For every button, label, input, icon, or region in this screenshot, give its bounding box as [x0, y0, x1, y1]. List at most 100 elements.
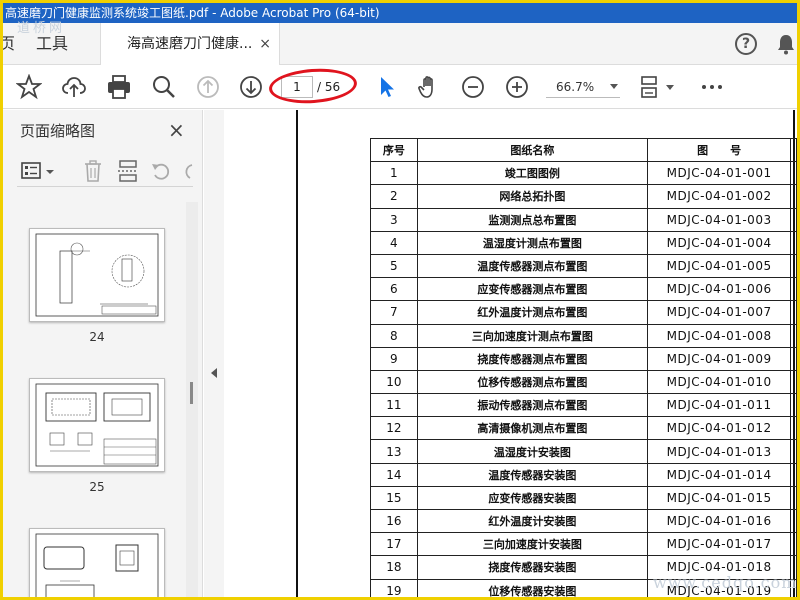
- zoom-out-icon[interactable]: [460, 74, 486, 100]
- collapse-arrow-icon[interactable]: [211, 368, 217, 378]
- row-index: 12: [370, 416, 418, 441]
- document-tab-title: 海高速磨刀门健康...: [127, 36, 253, 52]
- thumbnail-list: 24 25: [3, 202, 203, 597]
- table-row: 10 位移传感器测点布置图 MDJC-04-01-010: [370, 369, 797, 395]
- row-extra: [790, 230, 797, 255]
- print-icon[interactable]: [106, 74, 132, 100]
- zoom-level-dropdown[interactable]: 66.7%: [546, 78, 620, 98]
- row-extra: [790, 277, 797, 302]
- panel-toolbar: [17, 157, 193, 187]
- row-extra: [790, 485, 797, 511]
- hand-tool-icon[interactable]: [416, 74, 442, 100]
- drawing-frame-left: [296, 110, 298, 597]
- row-drawing-name: 应变传感器安装图: [416, 485, 649, 511]
- row-drawing-name: 监测测点总布置图: [416, 207, 649, 232]
- row-index: 16: [370, 508, 418, 534]
- row-index: 18: [370, 555, 418, 580]
- document-view[interactable]: 序号 图纸名称 图 号 1 竣工图图例 MDJC-04-01-001 2 网络总拓扑图 M…: [224, 110, 797, 597]
- window-title: 高速磨刀门健康监测系统竣工图纸.pdf - Adobe Acrobat Pro …: [3, 3, 797, 23]
- row-drawing-number: MDJC-04-01-005: [647, 253, 792, 279]
- row-extra: [790, 369, 797, 395]
- row-drawing-number: MDJC-04-01-010: [647, 369, 792, 395]
- row-drawing-name: 温度传感器测点布置图: [416, 253, 649, 279]
- table-row: 2 网络总拓扑图 MDJC-04-01-002: [370, 184, 797, 209]
- next-page-icon[interactable]: [238, 74, 264, 100]
- table-row: 1 竣工图图例 MDJC-04-01-001: [370, 161, 797, 186]
- previous-page-icon[interactable]: [195, 74, 221, 100]
- row-index: 6: [370, 277, 418, 302]
- page-thumbnail[interactable]: [29, 228, 165, 322]
- trash-icon[interactable]: [83, 159, 103, 183]
- row-index: 4: [370, 230, 418, 255]
- zoom-search-icon[interactable]: [151, 74, 177, 100]
- row-drawing-name: 振动传感器测点布置图: [416, 393, 649, 418]
- row-drawing-name: 高清摄像机测点布置图: [416, 416, 649, 441]
- row-drawing-number: MDJC-04-01-016: [647, 508, 792, 534]
- row-drawing-number: MDJC-04-01-013: [647, 439, 792, 464]
- header-drawing-name: 图纸名称: [416, 137, 649, 163]
- table-row: 5 温度传感器测点布置图 MDJC-04-01-005: [370, 253, 797, 279]
- page-thumbnail[interactable]: [29, 528, 165, 597]
- thumbnail-options-icon[interactable]: [21, 161, 45, 181]
- row-drawing-number: MDJC-04-01-002: [647, 184, 792, 209]
- menu-home[interactable]: 页: [3, 23, 15, 65]
- row-extra: [790, 532, 797, 557]
- chevron-down-icon[interactable]: [662, 74, 688, 100]
- table-body: 1 竣工图图例 MDJC-04-01-001 2 网络总拓扑图 MDJC-04-01-00…: [370, 161, 797, 597]
- table-row: 16 红外温度计安装图 MDJC-04-01-016: [370, 508, 797, 534]
- row-index: 7: [370, 300, 418, 325]
- row-drawing-name: 三向加速度计测点布置图: [416, 323, 649, 348]
- panel-splitter[interactable]: [204, 110, 224, 597]
- help-icon[interactable]: ?: [735, 33, 757, 55]
- menu-bar: 页 工具 海高速磨刀门健康... × ?: [3, 23, 797, 66]
- bell-icon[interactable]: [776, 33, 796, 55]
- row-extra: [790, 416, 797, 441]
- row-index: 14: [370, 462, 418, 487]
- thumbnail-scrollbar-thumb[interactable]: [190, 382, 193, 404]
- row-drawing-name: 三向加速度计安装图: [416, 532, 649, 557]
- chevron-down-icon[interactable]: [45, 169, 55, 175]
- table-header-row: 序号 图纸名称 图 号: [370, 137, 797, 163]
- watermark-bottom: www.cedqo.com: [653, 573, 797, 592]
- document-tab[interactable]: 海高速磨刀门健康... ×: [100, 23, 280, 66]
- row-extra: [790, 184, 797, 209]
- panel-title: 页面缩略图: [20, 122, 96, 140]
- table-row: 15 应变传感器安装图 MDJC-04-01-015: [370, 485, 797, 511]
- select-cursor-icon[interactable]: [374, 74, 400, 100]
- row-drawing-name: 位移传感器测点布置图: [416, 369, 649, 395]
- row-drawing-number: MDJC-04-01-015: [647, 485, 792, 511]
- row-extra: [790, 439, 797, 464]
- more-options-icon[interactable]: [699, 74, 725, 100]
- insert-page-icon[interactable]: [117, 159, 139, 183]
- page-thumbnail[interactable]: [29, 378, 165, 472]
- row-extra: [790, 300, 797, 325]
- tab-close-icon[interactable]: ×: [259, 23, 271, 65]
- row-extra: [790, 462, 797, 487]
- row-drawing-number: MDJC-04-01-003: [647, 207, 792, 232]
- star-icon[interactable]: [16, 74, 42, 100]
- pdf-page: 序号 图纸名称 图 号 1 竣工图图例 MDJC-04-01-001 2 网络总拓扑图 M…: [224, 110, 797, 597]
- row-drawing-name: 温湿度计安装图: [416, 439, 649, 464]
- cloud-upload-icon[interactable]: [61, 74, 87, 100]
- panel-close-icon[interactable]: ×: [168, 118, 185, 142]
- row-drawing-name: 温度传感器安装图: [416, 462, 649, 487]
- row-drawing-number: MDJC-04-01-012: [647, 416, 792, 441]
- rotate-right-icon[interactable]: [180, 160, 193, 182]
- row-drawing-number: MDJC-04-01-001: [647, 161, 792, 186]
- row-drawing-number: MDJC-04-01-004: [647, 230, 792, 255]
- row-extra: [790, 253, 797, 279]
- toolbar: 1 / 56 66.7%: [3, 65, 797, 109]
- rotate-left-icon[interactable]: [150, 160, 172, 182]
- thumbnail-panel: 页面缩略图 × 24 25: [3, 110, 203, 597]
- row-extra: [790, 508, 797, 534]
- row-drawing-number: MDJC-04-01-006: [647, 277, 792, 302]
- row-drawing-number: MDJC-04-01-011: [647, 393, 792, 418]
- row-drawing-number: MDJC-04-01-009: [647, 346, 792, 371]
- row-drawing-name: 挠度传感器安装图: [416, 555, 649, 580]
- header-extra: [790, 137, 797, 163]
- table-row: 17 三向加速度计安装图 MDJC-04-01-017: [370, 532, 797, 557]
- row-index: 11: [370, 393, 418, 418]
- watermark-top: 道桥网: [17, 21, 66, 36]
- zoom-in-icon[interactable]: [504, 74, 530, 100]
- thumbnail-drawing: [35, 233, 159, 317]
